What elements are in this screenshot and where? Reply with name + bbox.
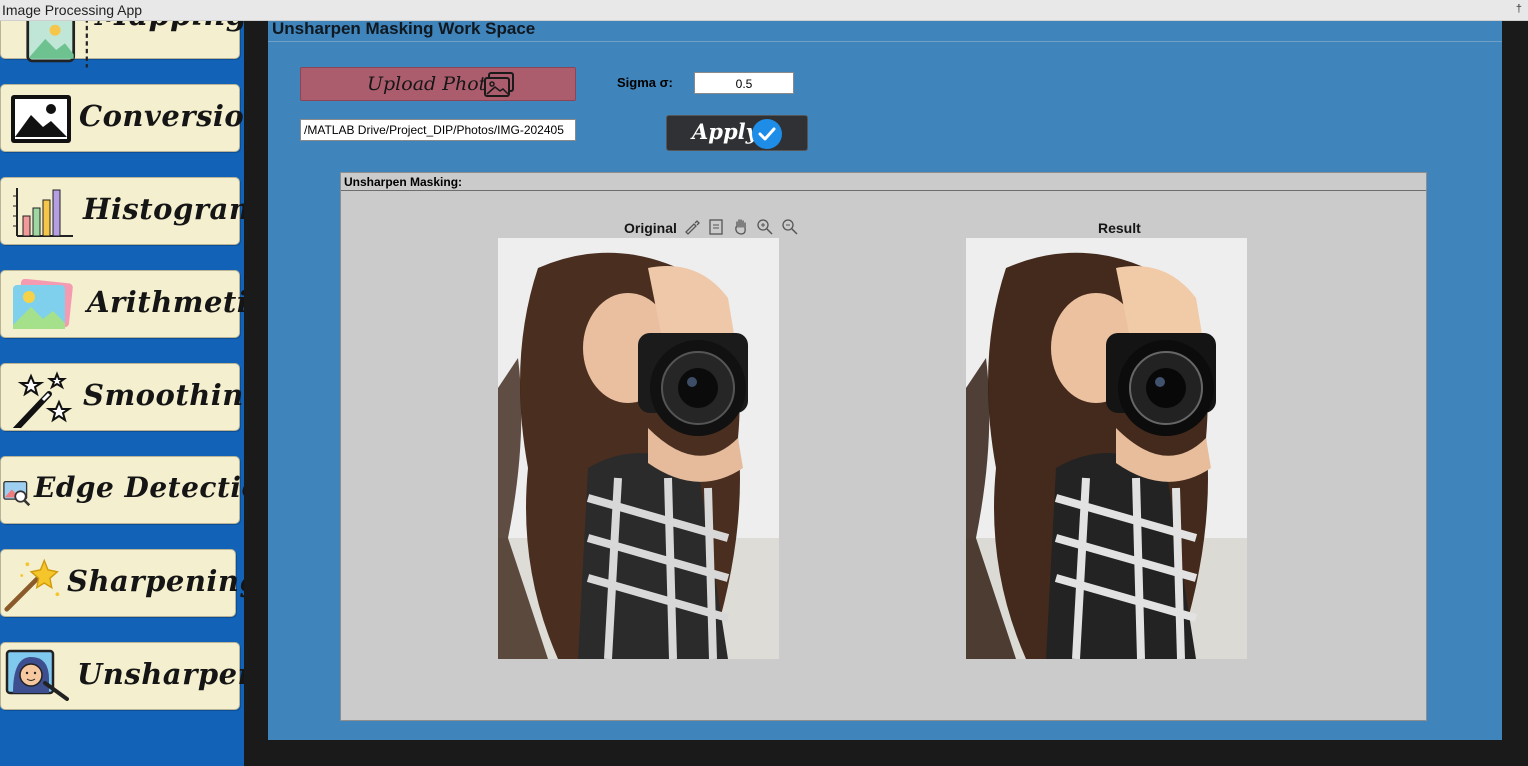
pan-icon[interactable]	[732, 218, 750, 236]
sidebar-item-arithmetic[interactable]: Arithmetic	[0, 270, 244, 338]
upload-photo-label: Upload Photo	[367, 73, 498, 95]
sidebar-item-sharpening[interactable]: Sharpening	[0, 549, 244, 617]
magic-wand-stars-icon	[12, 371, 73, 428]
image-search-icon	[3, 480, 31, 507]
magic-wand-icon	[4, 558, 60, 612]
sidebar-item-label: Conversion	[79, 99, 244, 133]
result-axes-title: Result	[1098, 220, 1141, 236]
sidebar-item-label: Edge Detection	[34, 471, 244, 504]
window-title: Image Processing App	[2, 2, 143, 18]
original-image	[498, 238, 779, 659]
sidebar-item-unsharpen[interactable]: Unsharpen	[0, 642, 244, 710]
panel-title: Unsharpen Masking:	[344, 175, 463, 189]
image-icon	[11, 95, 71, 143]
axes-toolbar	[683, 218, 805, 258]
photos-icon	[13, 279, 73, 329]
work-space-panel: Unsharpen Masking Work Space Upload Phot…	[268, 19, 1502, 740]
sidebar-item-histogram[interactable]: Histogram	[0, 177, 244, 245]
window-titlebar: Image Processing App †	[0, 0, 1528, 21]
zoom-in-icon[interactable]	[756, 218, 774, 236]
sidebar-item-label: Arithmetic	[87, 285, 244, 319]
apply-button[interactable]: Apply	[666, 115, 808, 151]
divider	[268, 41, 1502, 42]
file-path-field[interactable]: /MATLAB Drive/Project_DIP/Photos/IMG-202…	[300, 119, 576, 141]
sidebar-item-smoothing[interactable]: Smoothing	[0, 363, 244, 431]
sigma-label: Sigma σ:	[617, 75, 673, 90]
bar-chart-icon	[13, 188, 73, 237]
sidebar-item-label: Smoothing	[83, 378, 244, 412]
sidebar-item-label: Mapping	[95, 21, 244, 33]
portrait-wand-icon	[5, 649, 69, 701]
mapping-image-icon	[26, 21, 88, 68]
sidebar-item-label: Sharpening	[67, 564, 244, 598]
check-icon	[752, 119, 782, 149]
sigma-field[interactable]: 0.5	[694, 72, 794, 94]
result-image	[966, 238, 1247, 659]
sidebar-item-mapping[interactable]: Mapping	[0, 21, 244, 68]
page-title: Unsharpen Masking Work Space	[272, 19, 536, 38]
brush-icon[interactable]	[683, 218, 701, 236]
sidebar-item-label: Histogram	[83, 192, 244, 226]
upload-photo-button[interactable]: Upload Photo	[300, 67, 576, 101]
sidebar: Mapping Conversion Histogram	[0, 21, 244, 766]
sidebar-item-edge-detection[interactable]: Edge Detection	[0, 456, 244, 524]
divider	[341, 190, 1426, 191]
unsharpen-masking-panel: Unsharpen Masking: Original Result	[340, 172, 1427, 721]
original-axes-title: Original	[624, 220, 677, 236]
export-icon[interactable]	[707, 218, 725, 236]
sidebar-item-conversion[interactable]: Conversion	[0, 84, 244, 152]
zoom-out-icon[interactable]	[781, 218, 799, 236]
pin-icon[interactable]: †	[1516, 3, 1522, 15]
photos-icon	[484, 72, 514, 97]
apply-label: Apply	[692, 119, 758, 144]
sidebar-item-label: Unsharpen	[77, 657, 244, 691]
